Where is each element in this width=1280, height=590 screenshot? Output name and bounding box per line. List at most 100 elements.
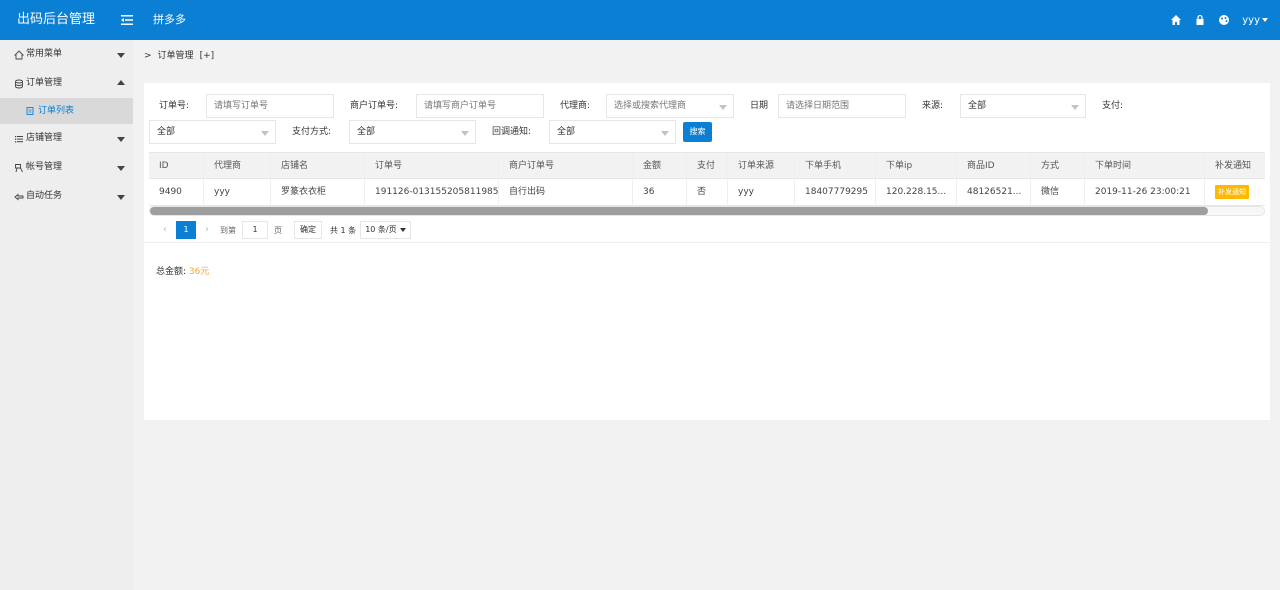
page-size-value: 10 条/页	[365, 225, 397, 234]
sidebar-item-shop-management[interactable]: 店铺管理	[0, 124, 133, 153]
date-label: 日期	[750, 101, 769, 111]
total-amount-label: 总金额:	[156, 267, 187, 277]
agent-label: 代理商:	[560, 101, 591, 111]
header-actions: yyy	[1170, 0, 1268, 40]
menu-toggle-icon[interactable]	[120, 13, 134, 27]
file-icon	[26, 107, 34, 115]
chevron-down-icon	[117, 166, 125, 171]
sidebar-item-label: 店铺管理	[26, 133, 63, 143]
sidebar-item-auto-task[interactable]: 自动任务	[0, 182, 133, 211]
table-header-row: ID 代理商 店铺名 订单号 商户订单号 金额 支付 订单来源 下单手机 下单i…	[149, 152, 1265, 180]
callback-select-value: 全部	[557, 127, 576, 137]
source-label: 来源:	[922, 101, 944, 111]
column-header[interactable]: 支付	[687, 153, 728, 180]
chevron-down-icon	[461, 131, 469, 136]
cell-product-id: 48126521...	[957, 179, 1031, 206]
cell-merchant-order-no: 自行出码	[499, 179, 633, 206]
resend-notify-button[interactable]: 补发通知	[1215, 184, 1249, 199]
pagination-current-page[interactable]: 1	[176, 221, 196, 239]
chevron-down-icon	[399, 228, 406, 232]
agent-select[interactable]: 选择或搜索代理商	[606, 94, 734, 118]
user-name: yyy	[1242, 14, 1260, 26]
total-amount-value: 36元	[188, 267, 210, 277]
pagination-goto-input[interactable]: 1	[242, 221, 268, 239]
divider	[144, 242, 1270, 243]
chevron-down-icon	[117, 137, 125, 142]
column-header[interactable]: 店铺名	[271, 153, 365, 180]
pagination-goto-label: 到第	[220, 225, 236, 235]
breadcrumb-separator: >	[144, 51, 152, 61]
table-horizontal-scrollbar[interactable]	[149, 206, 1265, 216]
breadcrumb-current[interactable]: 订单管理	[158, 48, 194, 64]
column-header[interactable]: 补发通知	[1205, 153, 1265, 180]
pay-method-label: 支付方式:	[292, 127, 332, 137]
sidebar-item-account-management[interactable]: 帐号管理	[0, 153, 133, 182]
column-header[interactable]: 下单手机	[795, 153, 876, 180]
cell-agent: yyy	[204, 179, 271, 206]
chevron-down-icon	[117, 53, 125, 58]
pagination-prev-button[interactable]: ‹	[154, 221, 176, 239]
merchant-order-input[interactable]	[416, 94, 544, 118]
search-button[interactable]: 搜索	[683, 122, 712, 142]
chevron-down-icon	[1071, 105, 1079, 110]
pagination-next-button[interactable]: ›	[196, 221, 218, 239]
app-title[interactable]: 拼多多	[153, 0, 186, 40]
agent-select-value: 选择或搜索代理商	[614, 101, 687, 111]
merchant-order-label: 商户订单号:	[350, 101, 399, 111]
cell-order-no: 191126-013155205811985	[365, 179, 499, 206]
sidebar-item-label: 订单管理	[26, 78, 63, 88]
source-select-value: 全部	[968, 101, 987, 111]
cell-order-time: 2019-11-26 23:00:21	[1085, 179, 1205, 206]
cell-phone: 18407779295	[795, 179, 876, 206]
sidebar-item-label: 常用菜单	[26, 49, 63, 59]
sidebar-item-order-management[interactable]: 订单管理	[0, 69, 133, 98]
chevron-up-icon	[117, 80, 125, 85]
chevron-down-icon	[1262, 18, 1268, 22]
home-icon[interactable]	[1170, 14, 1182, 26]
order-no-label: 订单号:	[159, 101, 190, 111]
column-header[interactable]: ID	[149, 153, 204, 180]
breadcrumb-new-tab[interactable]: [+]	[200, 48, 215, 64]
cell-order-source: yyy	[728, 179, 795, 206]
breadcrumb: > 订单管理 [+]	[144, 48, 214, 64]
order-no-input[interactable]	[206, 94, 334, 118]
pay-select-value: 全部	[157, 127, 176, 137]
pay-select[interactable]: 全部	[149, 120, 276, 144]
column-header[interactable]: 商品ID	[957, 153, 1031, 180]
column-header[interactable]: 方式	[1031, 153, 1085, 180]
callback-label: 回调通知:	[492, 127, 532, 137]
column-header[interactable]: 下单ip	[876, 153, 957, 180]
cell-ip: 120.228.15...	[876, 179, 957, 206]
chevron-down-icon	[117, 195, 125, 200]
table-row: 9490 yyy 罗篆衣衣柜 191126-013155205811985 自行…	[149, 179, 1265, 206]
column-header[interactable]: 下单时间	[1085, 153, 1205, 180]
pagination-page-size-select[interactable]: 10 条/页	[360, 221, 411, 239]
column-header[interactable]: 商户订单号	[499, 153, 633, 180]
user-menu[interactable]: yyy	[1242, 15, 1268, 26]
column-header[interactable]: 金额	[633, 153, 687, 180]
cell-shop-name: 罗篆衣衣柜	[271, 179, 365, 206]
sidebar-item-common-menu[interactable]: 常用菜单	[0, 40, 133, 69]
cell-paid: 否	[687, 179, 728, 206]
sidebar-item-order-list[interactable]: 订单列表	[0, 98, 133, 124]
column-header[interactable]: 订单来源	[728, 153, 795, 180]
pagination-page-label: 页	[274, 225, 282, 235]
sidebar-item-label: 订单列表	[38, 106, 75, 116]
palette-icon[interactable]	[1218, 14, 1230, 26]
chevron-down-icon	[719, 105, 727, 110]
pagination-confirm-button[interactable]: 确定	[294, 221, 322, 239]
scrollbar-thumb[interactable]	[150, 207, 1209, 215]
date-range-input[interactable]	[778, 94, 906, 118]
lock-icon[interactable]	[1194, 14, 1206, 26]
top-header: 出码后台管理 拼多多 yyy	[0, 0, 1280, 40]
home-icon	[14, 50, 24, 60]
callback-select[interactable]: 全部	[549, 120, 676, 144]
total-amount: 总金额: 36元	[156, 264, 209, 277]
pagination: ‹ 1 › 到第 1 页 确定 共 1 条 10 条/页	[154, 221, 411, 239]
column-header[interactable]: 代理商	[204, 153, 271, 180]
source-select[interactable]: 全部	[960, 94, 1086, 118]
app-logo[interactable]: 出码后台管理	[0, 0, 112, 40]
column-header[interactable]: 订单号	[365, 153, 499, 180]
cell-notify: 补发通知	[1205, 179, 1265, 206]
pay-method-select[interactable]: 全部	[349, 120, 476, 144]
